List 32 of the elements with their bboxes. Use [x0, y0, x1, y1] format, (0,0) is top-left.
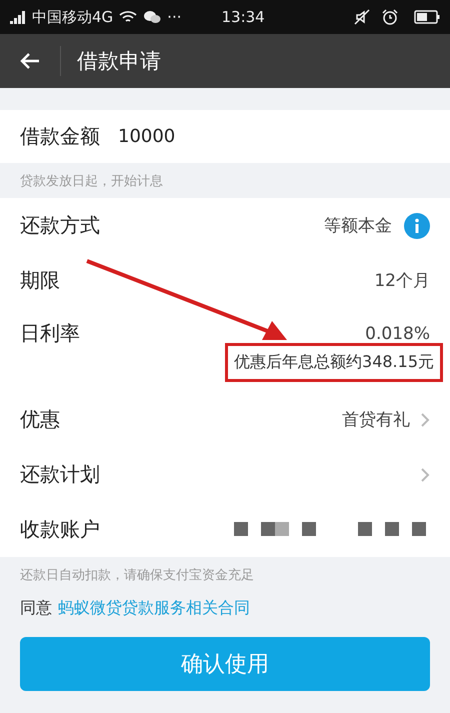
confirm-button[interactable]: 确认使用: [20, 637, 430, 691]
clock-time: 13:34: [221, 8, 265, 26]
back-arrow-icon: [20, 52, 40, 70]
highlighted-note: 优惠后年息总额约348.15元: [225, 343, 443, 382]
row-value: 12个月: [374, 270, 430, 292]
hint-text: 贷款发放日起，开始计息: [19, 172, 164, 190]
row-label: 日利率: [20, 320, 80, 347]
chevron-icon: [420, 466, 430, 482]
row-label: 优惠: [20, 406, 60, 433]
row-label: 期限: [20, 267, 60, 294]
info-icon[interactable]: [404, 212, 430, 238]
amount-value[interactable]: 10000: [118, 126, 176, 147]
more-indicator: ···: [167, 8, 182, 26]
row-value: 0.018%: [365, 324, 430, 344]
contract-link[interactable]: 蚂蚁微贷贷款服务相关合同: [58, 598, 250, 618]
mute-icon: [354, 9, 370, 25]
carrier-name: 中国移动4G: [32, 8, 114, 26]
row-value: 首贷有礼: [342, 409, 410, 431]
row-value: 等额本金: [324, 215, 392, 237]
notice-text: 还款日自动扣款，请确保支付宝资金充足: [19, 567, 255, 585]
signal-icon: [10, 10, 26, 24]
wifi-icon: [119, 10, 138, 24]
alarm-icon: [382, 9, 398, 25]
row-label: 收款账户: [20, 516, 100, 543]
chevron-icon: [420, 412, 430, 428]
page-title: 借款申请: [77, 48, 161, 75]
agree-text: 同意: [20, 598, 52, 618]
row-label: 还款方式: [20, 212, 100, 239]
row-label: 还款计划: [20, 461, 100, 488]
chat-icon: [143, 10, 162, 24]
battery-icon: [414, 10, 440, 24]
amount-label: 借款金额: [20, 123, 100, 150]
